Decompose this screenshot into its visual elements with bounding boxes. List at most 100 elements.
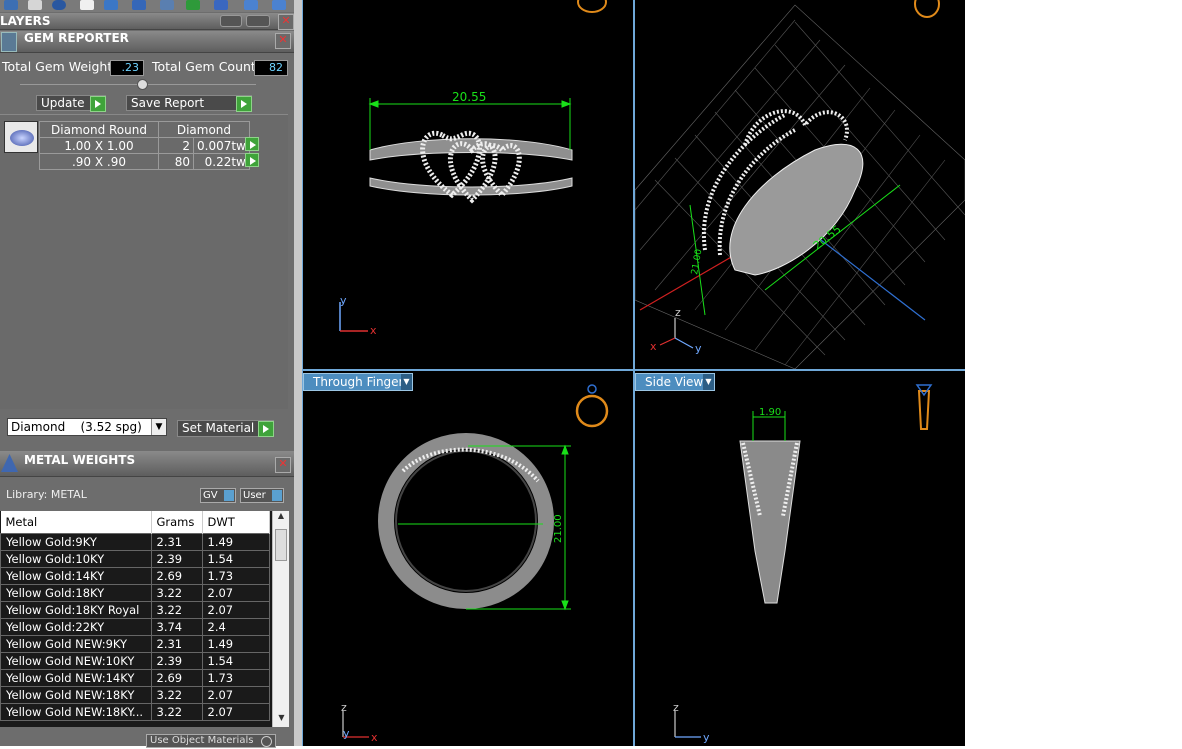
view-mode-dropdown[interactable]: Side View ▼: [635, 373, 715, 391]
viewport-perspective[interactable]: 20.55 21.00 z x y: [634, 0, 966, 370]
table-row[interactable]: Yellow Gold:14KY 2.69 1.73: [0, 567, 270, 585]
table-row[interactable]: Yellow Gold:10KY 2.39 1.54: [0, 550, 270, 568]
gem-reporter-close-icon[interactable]: ✕: [275, 33, 291, 49]
metal-weights-close-icon[interactable]: ✕: [275, 457, 291, 473]
grams-cell: 3.22: [150, 686, 203, 704]
dwt-cell: 2.07: [201, 703, 270, 721]
gv-label: GV: [203, 490, 218, 501]
table-row[interactable]: Yellow Gold NEW:14KY 2.69 1.73: [0, 669, 270, 687]
layers-close-icon[interactable]: ✕: [278, 14, 294, 30]
metal-cell: Yellow Gold NEW:10KY: [0, 652, 152, 670]
user-toggle[interactable]: User: [240, 488, 284, 503]
toolbar-icon-9[interactable]: [214, 0, 228, 10]
scroll-up-icon[interactable]: ▲: [273, 511, 289, 525]
toolbar-icon-7[interactable]: [160, 0, 174, 10]
gem-row[interactable]: 1.00 X 1.00 2 0.007tw: [39, 137, 250, 154]
chevron-down-icon: ▼: [703, 374, 714, 390]
metal-cell: Yellow Gold:10KY: [0, 550, 152, 568]
layers-titlebar: LAYERS ✕: [0, 13, 294, 30]
grams-cell: 3.22: [150, 584, 203, 602]
gem-row[interactable]: .90 X .90 80 0.22tw: [39, 153, 250, 170]
metal-cell: Yellow Gold:18KY: [0, 584, 152, 602]
toolbar-icon-10[interactable]: [244, 0, 258, 10]
scrollbar[interactable]: ▲ ▼: [272, 511, 289, 727]
material-select[interactable]: Diamond (3.52 spg) ▼: [7, 418, 167, 436]
table-row[interactable]: Yellow Gold NEW:9KY 2.31 1.49: [0, 635, 270, 653]
panel-splitter[interactable]: [294, 0, 302, 746]
toolbar-icon-3[interactable]: [52, 0, 66, 10]
table-row[interactable]: Yellow Gold NEW:10KY 2.39 1.54: [0, 652, 270, 670]
update-button[interactable]: Update: [36, 95, 106, 112]
grams-cell: 2.31: [150, 533, 203, 551]
total-gem-weight-value: .23: [110, 60, 144, 76]
grams-cell: 3.22: [150, 703, 203, 721]
axis-indicator: [659, 318, 694, 349]
gem-size: 1.00 X 1.00: [39, 137, 159, 154]
grams-cell: 2.31: [150, 635, 203, 653]
toolbar-icon-8[interactable]: [186, 0, 200, 10]
grams-cell: 2.39: [150, 550, 203, 568]
dwt-cell: 2.07: [201, 584, 270, 602]
ring-perspective-render: [701, 109, 864, 276]
scroll-down-icon[interactable]: ▼: [273, 713, 289, 727]
view-mode-dropdown[interactable]: Through Finger ▼: [303, 373, 413, 391]
toolbar-icon-5[interactable]: [104, 0, 118, 10]
scroll-thumb[interactable]: [275, 529, 287, 561]
viewport-front[interactable]: Through Finger ▼ 21.00 z y x: [303, 371, 633, 746]
metal-cell: Yellow Gold:22KY: [0, 618, 152, 636]
gem-shape-thumbnail[interactable]: [4, 121, 38, 153]
gem-table: Diamond Round Diamond 1.00 X 1.00 2 0.00…: [39, 121, 250, 170]
gv-toggle[interactable]: GV: [200, 488, 236, 503]
toolbar-icon-1[interactable]: [4, 0, 18, 10]
total-gem-count-label: Total Gem Count: [152, 59, 256, 74]
metal-cell: Yellow Gold NEW:9KY: [0, 635, 152, 653]
dwt-column-header[interactable]: DWT: [202, 511, 270, 534]
library-label: Library: METAL: [6, 488, 87, 501]
metal-column-header[interactable]: Metal: [0, 511, 152, 534]
gem-row-play-button[interactable]: [245, 153, 259, 167]
table-row[interactable]: Yellow Gold:18KY Royal 3.22 2.07: [0, 601, 270, 619]
toolbar-icon-6[interactable]: [132, 0, 146, 10]
dwt-cell: 1.73: [201, 567, 270, 585]
axis-z-label: z: [673, 701, 679, 714]
chevron-down-icon: ▼: [151, 419, 166, 435]
total-gem-weight-label: Total Gem Weight: [2, 59, 113, 74]
table-row[interactable]: Yellow Gold NEW:18KY... 3.22 2.07: [0, 703, 270, 721]
toolbar-icon-4[interactable]: [80, 0, 94, 10]
metal-cell: Yellow Gold NEW:18KY: [0, 686, 152, 704]
user-toggle-icon: [272, 490, 282, 501]
ring-icon: [914, 0, 940, 18]
ring-icon: [915, 384, 933, 430]
top-toolbar: [0, 0, 296, 12]
radio-icon: [261, 736, 272, 747]
gem-weight: 0.22tw: [193, 153, 250, 170]
chevron-down-icon: ▼: [401, 374, 412, 390]
grams-column-header[interactable]: Grams: [151, 511, 203, 534]
viewport-side[interactable]: Side View ▼ 1.90 z y: [635, 371, 965, 746]
table-row[interactable]: Yellow Gold:9KY 2.31 1.49: [0, 533, 270, 551]
top-view-canvas: 20.55 y x: [339, 0, 607, 337]
eye-icon[interactable]: [246, 15, 270, 27]
viewport-top[interactable]: 20.55 y x: [302, 0, 633, 369]
set-material-button[interactable]: Set Material: [177, 420, 274, 437]
collapse-icon[interactable]: [137, 79, 148, 90]
axis-indicator: [674, 711, 701, 738]
metal-cell: Yellow Gold:18KY Royal: [0, 601, 152, 619]
toolbar-icon-2[interactable]: [28, 0, 42, 10]
layers-toggle-icon[interactable]: [220, 15, 242, 27]
table-row[interactable]: Yellow Gold:18KY 3.22 2.07: [0, 584, 270, 602]
dwt-cell: 1.54: [201, 550, 270, 568]
gem-row-play-button[interactable]: [245, 137, 259, 151]
toolbar-icon-11[interactable]: [272, 0, 286, 10]
play-icon: [258, 421, 274, 437]
metal-cell: Yellow Gold:14KY: [0, 567, 152, 585]
table-row[interactable]: Yellow Gold:22KY 3.74 2.4: [0, 618, 270, 636]
grams-cell: 2.39: [150, 652, 203, 670]
ring-top-render: [369, 130, 573, 204]
dwt-cell: 2.07: [201, 686, 270, 704]
save-report-button[interactable]: Save Report: [126, 95, 252, 112]
front-view-canvas: 21.00 z y x: [341, 384, 609, 744]
table-row[interactable]: Yellow Gold NEW:18KY 3.22 2.07: [0, 686, 270, 704]
gem-material-header: Diamond: [158, 121, 250, 138]
axis-x-label: x: [650, 340, 657, 353]
